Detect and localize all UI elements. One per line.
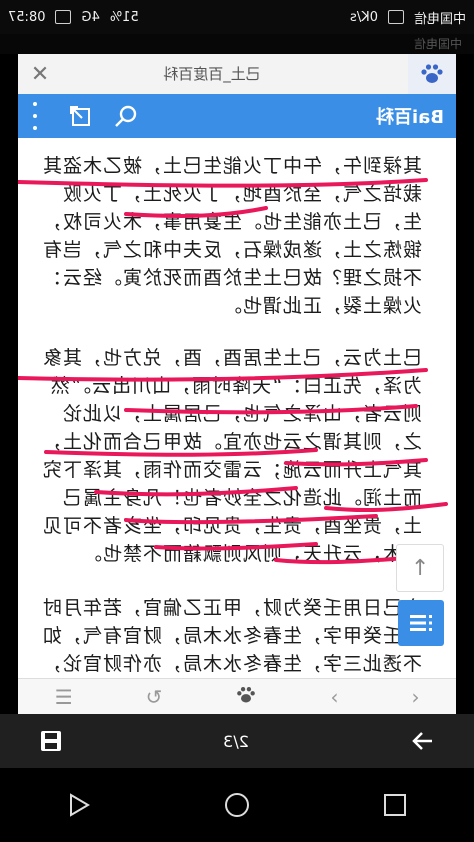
close-icon[interactable]: ✕	[18, 54, 62, 94]
title-bar: 己土_百度百科 ✕	[18, 54, 456, 95]
home-icon[interactable]	[223, 791, 251, 819]
brand-text: Bai百科	[375, 107, 444, 128]
directory-button[interactable]	[398, 600, 444, 646]
refresh-button[interactable]: ↻	[146, 685, 163, 709]
paragraph: 其禄到午，午中丁火能生巳土，被乙木盗其栽培之气，至於酉地，丁火死土，丁火败生，已…	[41, 155, 422, 317]
ghost-overlay-text: 中国电信	[0, 34, 474, 54]
screen: 中国电信 0K/s 51% 4G 08:57 中国电信 己土_百度百科 ✕ Ba…	[0, 0, 474, 842]
clock: 08:57	[8, 9, 46, 25]
forward-button[interactable]: ›	[330, 685, 338, 709]
sim-icon	[387, 10, 404, 24]
page-indicator: 2/3	[223, 731, 249, 751]
more-icon[interactable]	[30, 102, 40, 130]
back-icon[interactable]	[66, 792, 92, 818]
arrow-right-icon[interactable]	[410, 731, 434, 751]
battery-icon	[55, 10, 72, 24]
page-title: 己土_百度百科	[163, 65, 261, 83]
baidu-logo[interactable]: Bai百科	[376, 102, 444, 130]
menu-button[interactable]: ☰	[55, 685, 73, 709]
signal-label: 51%	[109, 9, 139, 25]
app-window: 己土_百度百科 ✕ Bai百科 其禄到午，午中丁火能生巳土，被乙木盗其栽培之气，…	[18, 54, 456, 714]
baidu-paw-icon[interactable]	[408, 54, 456, 94]
system-nav-bar	[0, 768, 474, 842]
paragraph: 巳土为云，己土生居酉，酉，兑方也，其象为泽，先正曰：“天降时雨，山川出云。”然则…	[41, 347, 422, 565]
carrier-label: 中国电信	[413, 11, 466, 27]
network-label: 4G	[81, 9, 100, 25]
back-button[interactable]: ‹	[411, 685, 419, 709]
browser-toolbar: ‹ › ↻ ☰	[18, 678, 456, 714]
speed-label: 0K/s	[350, 9, 378, 25]
home-paw-icon[interactable]	[235, 685, 257, 710]
list-icon	[410, 615, 432, 631]
recents-icon[interactable]	[382, 792, 408, 818]
save-icon[interactable]	[40, 730, 62, 752]
article-content: 其禄到午，午中丁火能生巳土，被乙木盗其栽培之气，至於酉地，丁火死土，丁火败生，已…	[18, 138, 456, 703]
share-icon[interactable]	[68, 104, 92, 128]
search-icon[interactable]	[114, 104, 138, 128]
pager-bar: 2/3	[0, 714, 474, 768]
baidu-header: Bai百科	[18, 94, 456, 138]
status-bar: 中国电信 0K/s 51% 4G 08:57	[0, 0, 474, 34]
scroll-top-button[interactable]: ↑	[396, 544, 444, 592]
